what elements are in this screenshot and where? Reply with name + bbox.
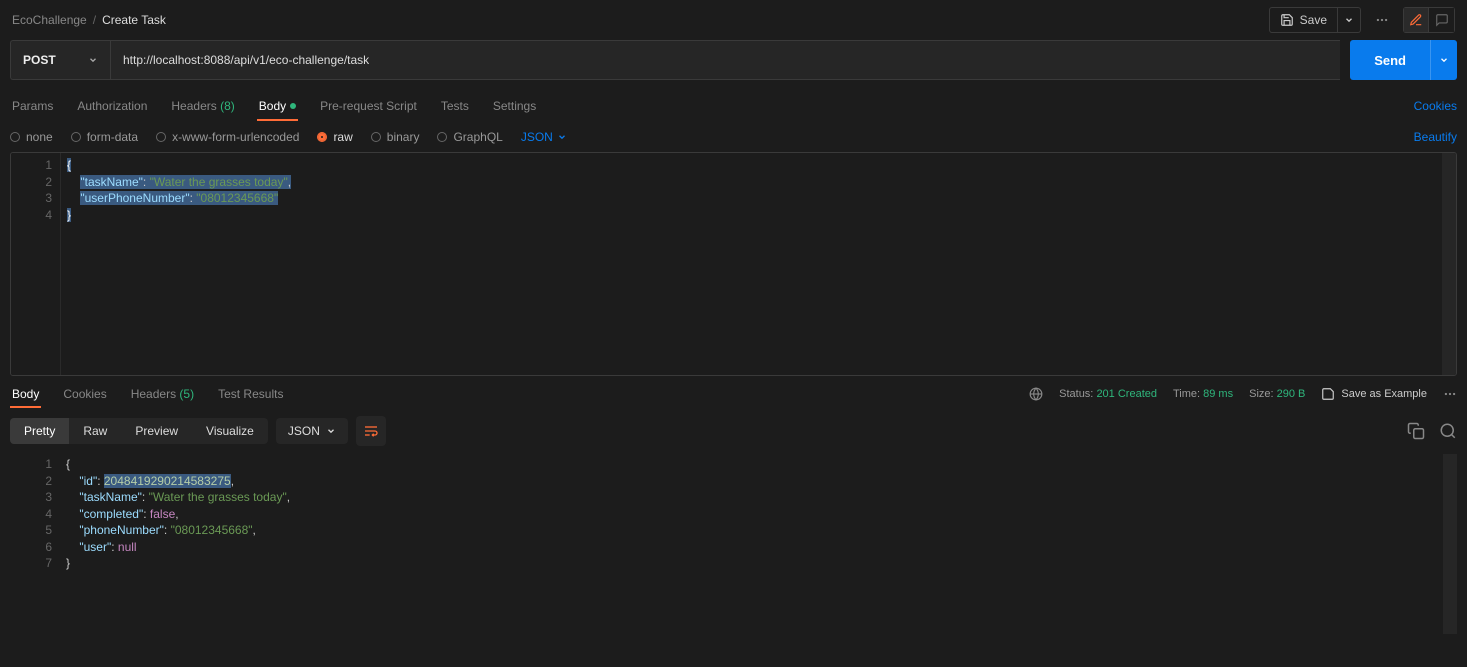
time-meta: Time: 89 ms — [1173, 388, 1233, 400]
tab-headers-label: Headers — [171, 99, 216, 113]
json-string: "08012345668" — [171, 523, 253, 537]
body-type-formdata[interactable]: form-data — [71, 130, 138, 144]
json-key: "userPhoneNumber" — [80, 191, 189, 205]
size-meta: Size: 290 B — [1249, 388, 1305, 400]
response-view-pretty[interactable]: Pretty — [10, 418, 69, 444]
comment-mode-button[interactable] — [1429, 7, 1455, 33]
breadcrumb-current[interactable]: Create Task — [102, 13, 166, 27]
response-tab-headers-label: Headers — [131, 387, 176, 401]
response-tab-body[interactable]: Body — [10, 381, 41, 407]
body-type-binary[interactable]: binary — [371, 130, 420, 144]
save-label: Save — [1300, 13, 1327, 27]
editor-code[interactable]: { "taskName": "Water the grasses today",… — [61, 153, 1442, 375]
send-label: Send — [1374, 53, 1406, 68]
save-dropdown[interactable] — [1338, 7, 1361, 33]
chevron-down-icon — [1439, 55, 1449, 65]
http-method-select[interactable]: POST — [10, 40, 110, 80]
http-method-value: POST — [23, 53, 56, 67]
editor-gutter: 1234 — [11, 153, 61, 375]
raw-language-label: JSON — [521, 130, 553, 144]
radio-label: binary — [387, 130, 420, 144]
url-value: http://localhost:8088/api/v1/eco-challen… — [123, 53, 369, 67]
body-modified-indicator — [290, 103, 296, 109]
editor-minimap[interactable] — [1442, 153, 1456, 375]
json-bool: false — [150, 507, 175, 521]
chevron-down-icon — [88, 55, 98, 65]
breadcrumb-workspace[interactable]: EcoChallenge — [12, 13, 87, 27]
response-headers-count: (5) — [179, 387, 194, 401]
body-type-none[interactable]: none — [10, 130, 53, 144]
wrap-icon — [363, 423, 379, 439]
json-string: "Water the grasses today" — [150, 175, 288, 189]
response-view-visualize[interactable]: Visualize — [192, 418, 268, 444]
pencil-icon — [1409, 13, 1423, 27]
comment-icon — [1435, 13, 1449, 27]
send-dropdown[interactable] — [1430, 40, 1457, 80]
status-meta: Status: 201 Created — [1059, 388, 1157, 400]
json-key: "id" — [79, 474, 97, 488]
json-key: "user" — [79, 540, 111, 554]
response-view-preview[interactable]: Preview — [121, 418, 192, 444]
tab-headers[interactable]: Headers (8) — [169, 93, 236, 119]
globe-icon[interactable] — [1029, 387, 1043, 401]
save-as-example-button[interactable]: Save as Example — [1321, 387, 1427, 401]
tab-tests[interactable]: Tests — [439, 93, 471, 119]
json-key: "phoneNumber" — [79, 523, 164, 537]
tab-settings[interactable]: Settings — [491, 93, 538, 119]
radio-label: x-www-form-urlencoded — [172, 130, 299, 144]
editor-code[interactable]: { "id": 2048419290214583275, "taskName":… — [60, 454, 1443, 634]
response-tab-headers[interactable]: Headers (5) — [129, 381, 196, 407]
headers-count: (8) — [220, 99, 235, 113]
json-key: "completed" — [79, 507, 143, 521]
word-wrap-button[interactable] — [356, 416, 386, 446]
json-number: 2048419290214583275 — [104, 474, 231, 488]
json-null: null — [118, 540, 137, 554]
save-icon — [1321, 387, 1335, 401]
send-button[interactable]: Send — [1350, 40, 1430, 80]
editor-gutter: 1234567 — [10, 454, 60, 634]
json-key: "taskName" — [79, 490, 142, 504]
save-button[interactable]: Save — [1269, 7, 1338, 33]
chevron-down-icon — [557, 132, 567, 142]
tab-body[interactable]: Body — [257, 93, 298, 119]
more-horizontal-icon — [1375, 13, 1389, 27]
beautify-button[interactable]: Beautify — [1414, 130, 1457, 144]
radio-label: none — [26, 130, 53, 144]
response-language-select[interactable]: JSON — [276, 418, 348, 444]
cookies-link[interactable]: Cookies — [1414, 99, 1457, 113]
response-language-label: JSON — [288, 424, 320, 438]
edit-mode-button[interactable] — [1403, 7, 1429, 33]
tab-authorization[interactable]: Authorization — [75, 93, 149, 119]
json-string: "08012345668" — [196, 191, 278, 205]
save-example-label: Save as Example — [1341, 388, 1427, 400]
body-type-xwww[interactable]: x-www-form-urlencoded — [156, 130, 299, 144]
copy-response-button[interactable] — [1407, 422, 1425, 440]
breadcrumb: EcoChallenge / Create Task — [12, 13, 166, 27]
response-body-editor[interactable]: 1234567 { "id": 2048419290214583275, "ta… — [10, 454, 1457, 634]
tab-body-label: Body — [259, 99, 286, 113]
tab-params[interactable]: Params — [10, 93, 55, 119]
response-view-raw[interactable]: Raw — [69, 418, 121, 444]
chevron-down-icon — [1344, 15, 1354, 25]
radio-label: raw — [333, 130, 352, 144]
search-response-button[interactable] — [1439, 422, 1457, 440]
body-type-graphql[interactable]: GraphQL — [437, 130, 502, 144]
radio-label: GraphQL — [453, 130, 502, 144]
radio-label: form-data — [87, 130, 138, 144]
more-horizontal-icon[interactable] — [1443, 387, 1457, 401]
response-tab-tests[interactable]: Test Results — [216, 381, 285, 407]
editor-minimap[interactable] — [1443, 454, 1457, 634]
chevron-down-icon — [326, 426, 336, 436]
request-body-editor[interactable]: 1234 { "taskName": "Water the grasses to… — [10, 152, 1457, 376]
more-options-button[interactable] — [1369, 7, 1395, 33]
json-string: "Water the grasses today" — [149, 490, 287, 504]
response-tab-cookies[interactable]: Cookies — [61, 381, 108, 407]
breadcrumb-sep: / — [93, 13, 96, 27]
url-input[interactable]: http://localhost:8088/api/v1/eco-challen… — [110, 40, 1340, 80]
raw-language-select[interactable]: JSON — [521, 130, 567, 144]
tab-prerequest[interactable]: Pre-request Script — [318, 93, 419, 119]
json-key: "taskName" — [80, 175, 143, 189]
body-type-raw[interactable]: raw — [317, 130, 352, 144]
save-icon — [1280, 13, 1294, 27]
